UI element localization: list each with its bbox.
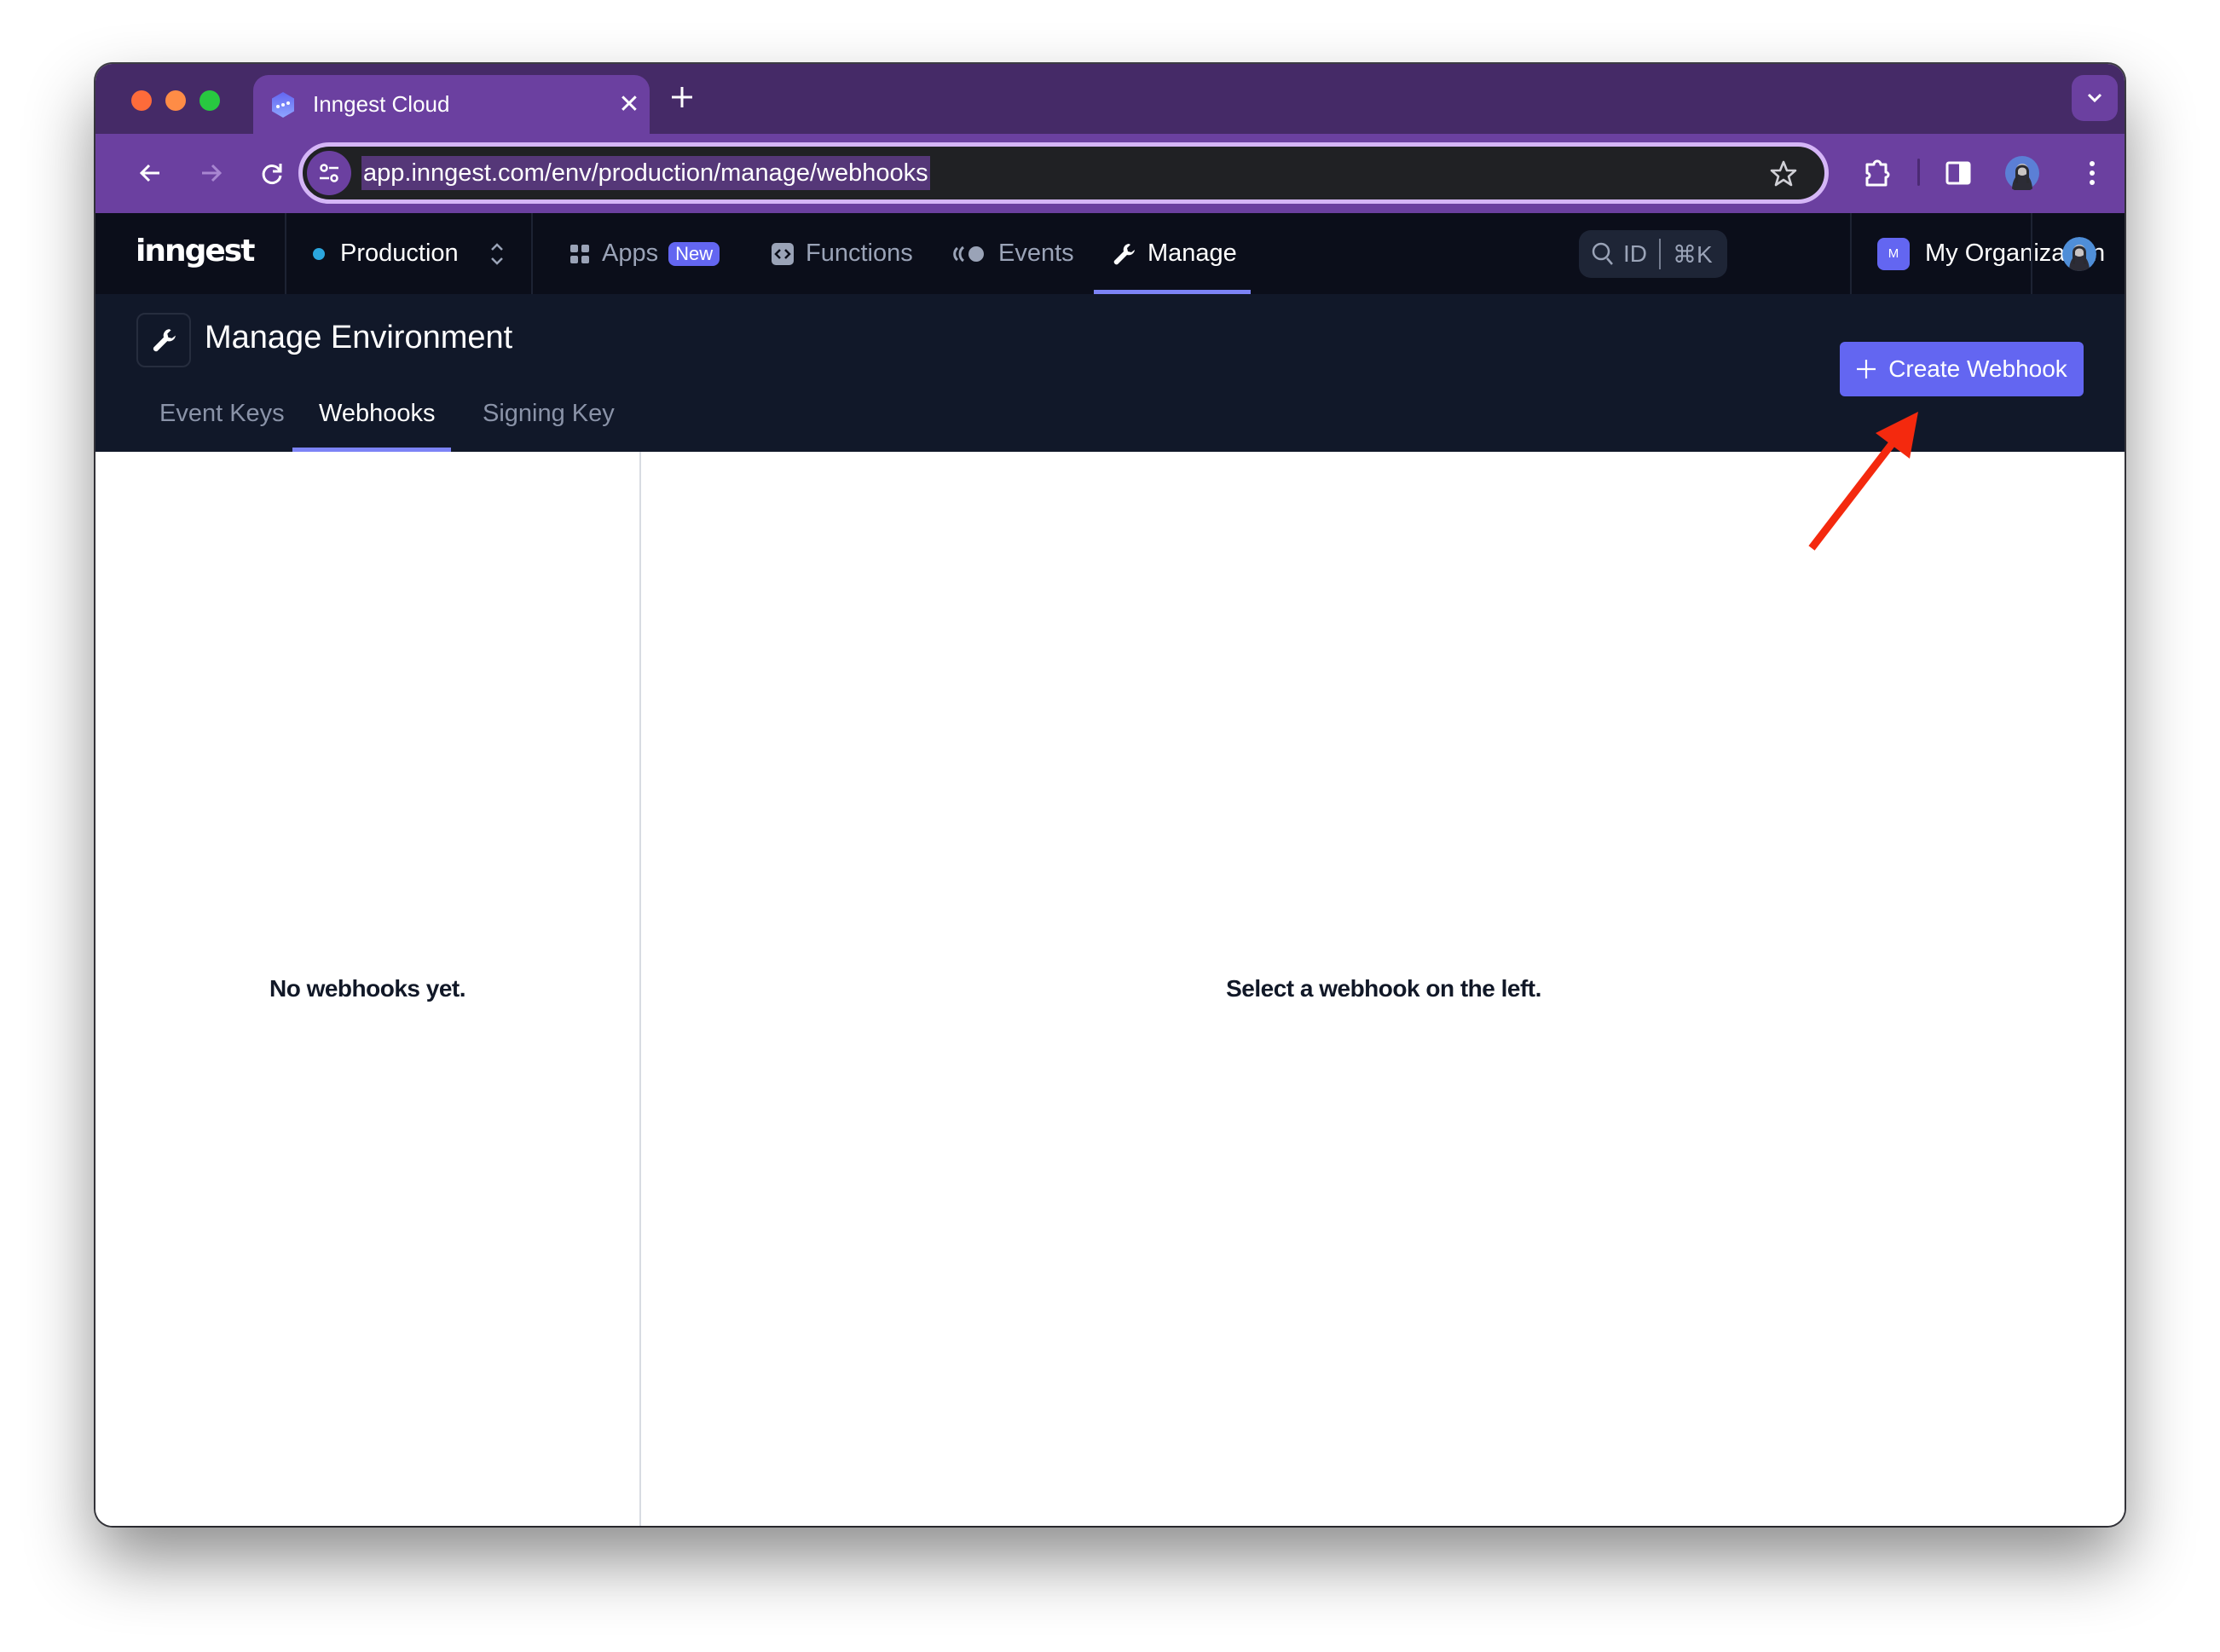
more-vertical-icon (2090, 161, 2095, 185)
profile-avatar-icon (2005, 156, 2039, 190)
forward-arrow-icon (202, 164, 223, 182)
bookmark-star-icon (1770, 160, 1797, 187)
tab-webhooks[interactable]: Webhooks (293, 375, 461, 452)
search-shortcut: ⌘K (1673, 240, 1713, 268)
nav-divider (2031, 213, 2032, 294)
nav-item-manage[interactable]: Manage (1112, 213, 1237, 294)
nav-divider (285, 213, 286, 294)
organization-avatar: M (1877, 237, 1910, 270)
events-icon (953, 245, 984, 262)
minimize-window-button[interactable] (165, 90, 186, 111)
new-tab-button[interactable] (665, 81, 699, 115)
tab-title: Inngest Cloud (313, 91, 450, 117)
manage-header: Manage Environment Event Keys Webhooks S… (95, 294, 2125, 452)
close-window-button[interactable] (131, 90, 152, 111)
more-menu-button[interactable] (2073, 154, 2111, 192)
back-button[interactable] (131, 154, 169, 192)
app-navbar: inngest Production Apps New Functions Ev… (95, 213, 2125, 294)
nav-item-functions-label: Functions (806, 240, 913, 267)
side-panel-button[interactable] (1940, 154, 1977, 192)
environment-switcher[interactable]: Production (313, 213, 505, 294)
back-arrow-icon (139, 164, 159, 182)
plus-icon (672, 87, 692, 107)
chevron-up-down-icon (490, 242, 503, 265)
search-icon (1592, 242, 1613, 265)
chevron-down-icon (2087, 93, 2102, 103)
nav-divider (531, 213, 533, 294)
search-label: ID (1623, 240, 1647, 267)
browser-toolbar: app.inngest.com/env/production/manage/we… (95, 134, 2125, 213)
search-button[interactable]: ID ⌘K (1579, 230, 1727, 278)
wrench-icon (1113, 243, 1135, 264)
page-icon-box (136, 313, 191, 367)
webhook-detail-panel: Select a webhook on the left. (643, 452, 2125, 1526)
site-settings-icon (320, 164, 338, 182)
user-avatar-icon (2062, 237, 2096, 271)
inngest-logo[interactable]: inngest (136, 234, 255, 269)
grid-icon (570, 244, 589, 263)
nav-item-events[interactable]: Events (952, 213, 1074, 294)
nav-item-apps[interactable]: Apps New (569, 213, 720, 294)
browser-window: Inngest Cloud ✕ app.inngest.com/env/prod… (95, 64, 2125, 1526)
tab-search-button[interactable] (2072, 75, 2118, 121)
create-webhook-button[interactable]: Create Webhook (1840, 342, 2084, 396)
profile-avatar[interactable] (2003, 154, 2041, 192)
inngest-hexagon-icon (272, 91, 294, 118)
webhook-list-panel: No webhooks yet. (95, 452, 641, 1526)
user-avatar[interactable] (2062, 237, 2096, 271)
create-webhook-label: Create Webhook (1888, 355, 2067, 382)
url-text[interactable]: app.inngest.com/env/production/manage/we… (361, 156, 930, 190)
webhook-list-empty-state: No webhooks yet. (269, 975, 466, 1002)
nav-item-functions[interactable]: Functions (772, 213, 913, 294)
reload-icon (262, 164, 282, 184)
extensions-puzzle-icon (1865, 159, 1890, 187)
bookmark-button[interactable] (1766, 157, 1801, 191)
extensions-button[interactable] (1859, 154, 1896, 192)
nav-divider (1850, 213, 1852, 294)
reload-button[interactable] (253, 154, 291, 192)
tab-signing-key[interactable]: Signing Key (457, 375, 640, 452)
environment-status-dot (313, 247, 325, 260)
forward-button[interactable] (193, 154, 230, 192)
wrench-icon (153, 329, 176, 352)
side-panel-icon (1945, 161, 1971, 185)
site-settings-button[interactable] (307, 151, 351, 195)
browser-tab[interactable]: Inngest Cloud ✕ (253, 75, 650, 134)
webhook-detail-empty-state: Select a webhook on the left. (1226, 975, 1541, 1002)
environment-name: Production (340, 240, 459, 267)
nav-item-manage-label: Manage (1148, 240, 1237, 267)
plus-icon (1857, 360, 1876, 378)
code-icon (772, 242, 794, 265)
tab-event-keys[interactable]: Event Keys (134, 375, 310, 452)
nav-item-events-label: Events (998, 240, 1074, 267)
page-title: Manage Environment (205, 320, 513, 355)
toolbar-divider (1917, 159, 1920, 186)
maximize-window-button[interactable] (199, 90, 220, 111)
close-icon[interactable]: ✕ (609, 90, 650, 119)
tab-strip: Inngest Cloud ✕ (95, 64, 2125, 134)
new-badge: New (668, 241, 720, 266)
nav-item-apps-label: Apps (602, 240, 659, 267)
address-bar[interactable]: app.inngest.com/env/production/manage/we… (298, 142, 1829, 204)
search-divider (1659, 239, 1661, 269)
content-area: No webhooks yet. Select a webhook on the… (95, 452, 2125, 1526)
